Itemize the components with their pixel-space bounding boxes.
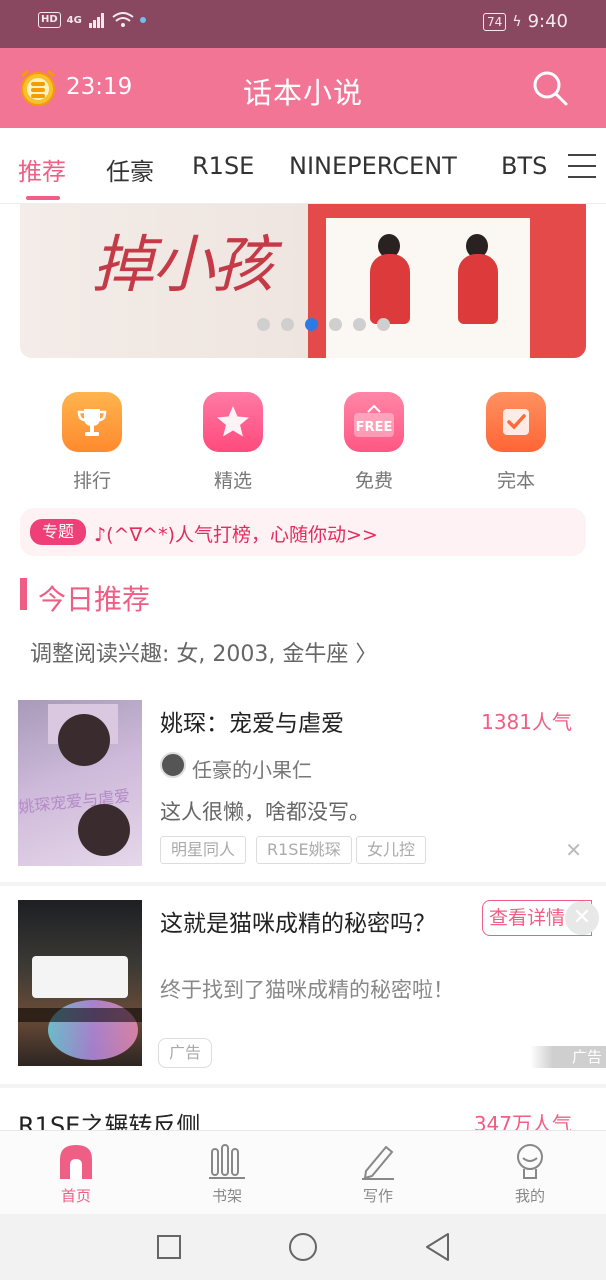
completed-button[interactable] <box>486 392 546 452</box>
ad-image[interactable] <box>18 900 142 1066</box>
book-popularity: 1381人气 <box>481 710 572 734</box>
topic-tag: 专题 <box>30 519 87 545</box>
ad-title[interactable]: 这就是猫咪成精的秘密吗？ <box>160 904 436 938</box>
carousel-dots <box>257 318 390 331</box>
free-button[interactable]: FREE <box>344 392 404 452</box>
author-avatar[interactable] <box>160 752 186 778</box>
charging-icon: ϟ <box>512 13 522 30</box>
dismiss-icon[interactable]: ✕ <box>565 838 582 862</box>
book-description: 这人很懒，啥都没写。 <box>160 800 370 824</box>
app-title: 话本小说 <box>242 76 363 110</box>
book-tag[interactable]: 女儿控 <box>356 836 427 864</box>
topic-banner[interactable]: 专题 ♪(^∇^*)人气打榜，心随你动>> <box>20 508 586 556</box>
pencil-icon <box>362 1145 394 1180</box>
reading-interest-link[interactable]: 调整阅读兴趣: 女, 2003, 金牛座 〉 <box>30 636 377 668</box>
profile-icon <box>517 1144 543 1179</box>
status-left: HD 4G <box>38 12 146 28</box>
status-time: 9:40 <box>527 11 568 32</box>
banner-carousel[interactable]: 掉小孩 <box>20 204 586 358</box>
ranking-label: 排行 <box>72 470 111 492</box>
wifi-icon <box>112 12 134 27</box>
nav-home[interactable]: 首页 <box>26 1141 126 1206</box>
tab-bts[interactable]: BTS <box>501 152 547 180</box>
trophy-icon <box>77 409 107 436</box>
signal-icon <box>88 13 104 28</box>
system-navigation <box>0 1214 606 1280</box>
featured-button[interactable] <box>203 392 263 452</box>
active-tab-indicator <box>26 196 60 200</box>
close-ad-icon[interactable]: ✕ <box>565 901 599 935</box>
book-cover[interactable]: 姚琛宠爱与虐爱 <box>18 700 142 866</box>
search-icon[interactable] <box>530 68 570 108</box>
tab-recommend[interactable]: 推荐 <box>18 152 66 187</box>
nav-profile-label: 我的 <box>514 1187 545 1205</box>
network-type: 4G <box>66 14 82 26</box>
status-right: 74 ϟ 9:40 <box>483 11 568 32</box>
tab-r1se[interactable]: R1SE <box>192 152 254 180</box>
hd-badge: HD <box>38 12 61 28</box>
completed-label: 完本 <box>496 470 535 492</box>
notification-dot-icon <box>139 17 146 23</box>
carousel-dot[interactable] <box>257 318 270 331</box>
free-tag-icon: FREE <box>354 404 394 437</box>
home-circle-icon[interactable] <box>288 1232 318 1262</box>
ad-artwork-dialog <box>32 956 128 998</box>
bottom-navigation: 首页 书架 写作 我的 <box>0 1130 606 1214</box>
app-header: 23:19 话本小说 <box>0 48 606 128</box>
carousel-dot[interactable] <box>377 318 390 331</box>
battery-icon: 74 <box>483 12 507 31</box>
carousel-dot-active[interactable] <box>305 318 318 331</box>
bookshelf-icon <box>209 1144 245 1179</box>
ranking-button[interactable] <box>62 392 122 452</box>
divider <box>0 1084 606 1088</box>
tab-ninepercent[interactable]: NINEPERCENT <box>289 152 457 180</box>
home-icon <box>60 1145 92 1179</box>
book-title[interactable]: 姚琛：宠爱与虐爱 <box>160 704 344 738</box>
nav-bookshelf[interactable]: 书架 <box>177 1141 277 1206</box>
divider <box>0 882 606 886</box>
carousel-dot[interactable] <box>353 318 366 331</box>
topic-text: ♪(^∇^*)人气打榜，心随你动>> <box>94 524 378 546</box>
ad-description: 终于找到了猫咪成精的秘密啦！ <box>160 978 454 1002</box>
section-title: 今日推荐 <box>38 583 151 616</box>
banner-photo <box>326 218 530 358</box>
nav-profile[interactable]: 我的 <box>480 1141 580 1206</box>
banner-title: 掉小孩 <box>92 228 274 301</box>
nav-write[interactable]: 写作 <box>328 1141 428 1206</box>
book-tag[interactable]: 明星同人 <box>160 836 247 864</box>
ad-watermark: 广告 <box>530 1046 606 1068</box>
ad-label: 广告 <box>158 1038 213 1068</box>
carousel-dot[interactable] <box>329 318 342 331</box>
ad-artwork-band <box>18 1008 142 1022</box>
check-book-icon <box>503 409 529 435</box>
category-tabs: 推荐 任豪 R1SE NINEPERCENT BTS <box>0 128 606 204</box>
nav-bookshelf-label: 书架 <box>211 1187 242 1205</box>
tab-renhao[interactable]: 任豪 <box>106 152 154 187</box>
nav-write-label: 写作 <box>362 1187 393 1205</box>
nav-home-label: 首页 <box>60 1187 91 1205</box>
menu-icon[interactable] <box>568 154 596 180</box>
recents-icon[interactable] <box>156 1234 182 1260</box>
svg-text:FREE: FREE <box>356 420 393 435</box>
status-bar: HD 4G 74 ϟ 9:40 <box>0 0 606 48</box>
author-name[interactable]: 任豪的小果仁 <box>192 754 312 783</box>
book-tag[interactable]: R1SE姚琛 <box>256 836 352 864</box>
back-icon[interactable] <box>424 1232 452 1262</box>
free-label: 免费 <box>354 470 393 492</box>
star-icon <box>217 406 249 437</box>
section-marker <box>20 578 27 610</box>
featured-label: 精选 <box>213 470 252 492</box>
carousel-dot[interactable] <box>281 318 294 331</box>
